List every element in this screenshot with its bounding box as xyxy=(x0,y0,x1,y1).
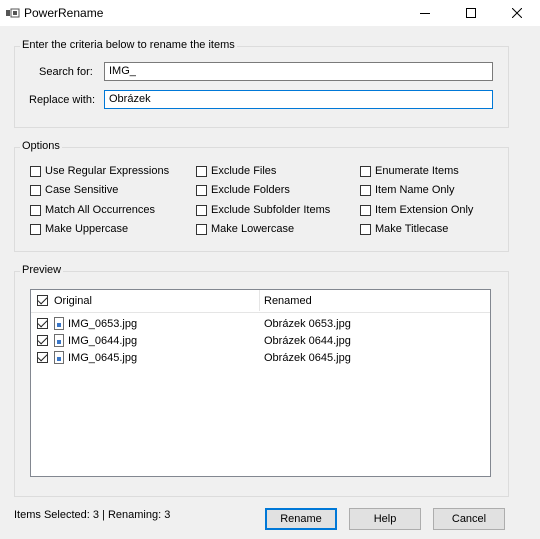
replace-input[interactable]: Obrázek xyxy=(104,90,493,109)
option-label: Case Sensitive xyxy=(45,184,119,196)
list-item[interactable]: IMG_0653.jpg Obrázek 0653.jpg xyxy=(31,315,490,332)
checkbox[interactable] xyxy=(30,204,41,216)
options-group xyxy=(14,147,509,252)
option-label: Item Extension Only xyxy=(375,204,474,216)
renamed-name: Obrázek 0645.jpg xyxy=(264,352,351,364)
replace-label: Replace with: xyxy=(29,94,96,106)
checkbox[interactable] xyxy=(360,204,371,216)
column-renamed-header[interactable]: Renamed xyxy=(264,295,312,307)
criteria-group xyxy=(14,46,509,128)
renamed-name: Obrázek 0653.jpg xyxy=(264,318,351,330)
list-item[interactable]: IMG_0644.jpg Obrázek 0644.jpg xyxy=(31,332,490,349)
checkbox[interactable] xyxy=(196,223,207,235)
row-checkbox[interactable] xyxy=(37,352,48,363)
options-group-title: Options xyxy=(20,140,62,152)
checkbox[interactable] xyxy=(30,165,41,177)
option-make-lowercase[interactable]: Make Lowercase xyxy=(196,222,294,236)
list-header: Original Renamed xyxy=(31,290,490,313)
option-label: Exclude Files xyxy=(211,165,277,177)
option-exclude-files[interactable]: Exclude Files xyxy=(196,164,276,178)
option-label: Make Uppercase xyxy=(45,223,129,235)
checkbox[interactable] xyxy=(30,184,41,196)
option-exclude-subfolder-items[interactable]: Exclude Subfolder Items xyxy=(196,203,330,217)
app-icon xyxy=(6,8,20,18)
status-text: Items Selected: 3 | Renaming: 3 xyxy=(14,509,171,521)
cancel-button[interactable]: Cancel xyxy=(433,508,505,530)
row-checkbox[interactable] xyxy=(37,335,48,346)
select-all-checkbox[interactable] xyxy=(37,295,48,306)
column-separator[interactable] xyxy=(259,290,260,311)
image-file-icon xyxy=(54,334,64,347)
renamed-name: Obrázek 0644.jpg xyxy=(264,335,351,347)
option-match-all[interactable]: Match All Occurrences xyxy=(30,203,155,217)
option-label: Use Regular Expressions xyxy=(45,165,170,177)
checkbox[interactable] xyxy=(30,223,41,235)
maximize-button[interactable] xyxy=(448,0,494,26)
maximize-icon xyxy=(466,8,476,18)
checkbox[interactable] xyxy=(196,184,207,196)
option-make-titlecase[interactable]: Make Titlecase xyxy=(360,222,448,236)
option-item-name-only[interactable]: Item Name Only xyxy=(360,183,454,197)
image-file-icon xyxy=(54,351,64,364)
preview-list[interactable]: Original Renamed IMG_0653.jpg Obrázek 06… xyxy=(30,289,491,477)
option-label: Exclude Folders xyxy=(211,184,290,196)
option-label: Item Name Only xyxy=(375,184,455,196)
criteria-group-title: Enter the criteria below to rename the i… xyxy=(20,39,237,51)
search-input[interactable]: IMG_ xyxy=(104,62,493,81)
option-item-extension-only[interactable]: Item Extension Only xyxy=(360,203,473,217)
checkbox[interactable] xyxy=(360,223,371,235)
option-case-sensitive[interactable]: Case Sensitive xyxy=(30,183,118,197)
close-icon xyxy=(512,8,522,18)
option-label: Enumerate Items xyxy=(375,165,459,177)
column-original-header[interactable]: Original xyxy=(54,295,92,307)
checkbox[interactable] xyxy=(360,184,371,196)
checkbox[interactable] xyxy=(196,165,207,177)
option-label: Match All Occurrences xyxy=(45,204,156,216)
option-label: Exclude Subfolder Items xyxy=(211,204,331,216)
option-label: Make Lowercase xyxy=(211,223,295,235)
option-enumerate-items[interactable]: Enumerate Items xyxy=(360,164,459,178)
minimize-icon xyxy=(420,13,430,14)
list-item[interactable]: IMG_0645.jpg Obrázek 0645.jpg xyxy=(31,349,490,366)
option-exclude-folders[interactable]: Exclude Folders xyxy=(196,183,290,197)
preview-group-title: Preview xyxy=(20,264,64,276)
image-file-icon xyxy=(54,317,64,330)
help-button[interactable]: Help xyxy=(349,508,421,530)
window-title: PowerRename xyxy=(24,6,104,20)
checkbox[interactable] xyxy=(196,204,207,216)
option-use-regex[interactable]: Use Regular Expressions xyxy=(30,164,169,178)
original-name: IMG_0653.jpg xyxy=(68,318,138,330)
minimize-button[interactable] xyxy=(402,0,448,26)
option-label: Make Titlecase xyxy=(375,223,449,235)
close-button[interactable] xyxy=(494,0,540,26)
original-name: IMG_0644.jpg xyxy=(68,335,138,347)
title-bar: PowerRename xyxy=(0,0,540,26)
row-checkbox[interactable] xyxy=(37,318,48,329)
original-name: IMG_0645.jpg xyxy=(68,352,138,364)
checkbox[interactable] xyxy=(360,165,371,177)
rename-button[interactable]: Rename xyxy=(265,508,337,530)
search-label: Search for: xyxy=(39,66,93,78)
option-make-uppercase[interactable]: Make Uppercase xyxy=(30,222,128,236)
